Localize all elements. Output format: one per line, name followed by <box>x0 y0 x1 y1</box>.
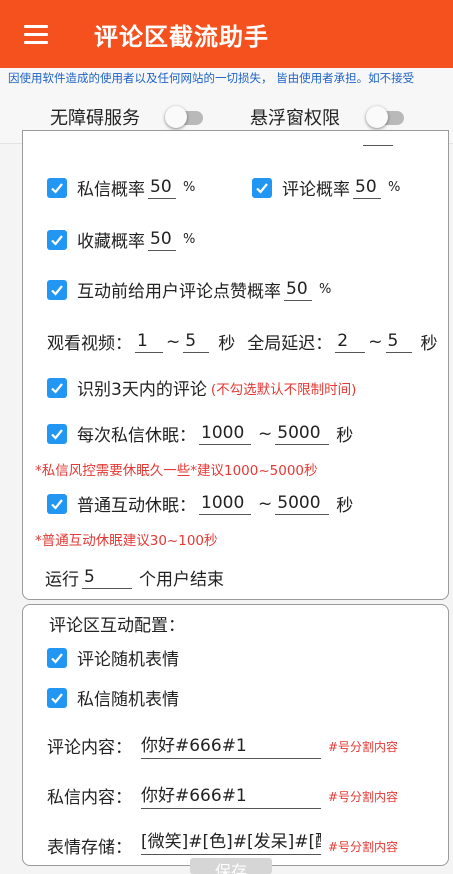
percent-sign: % <box>388 180 401 195</box>
emoji-store-input[interactable]: [微笑]#[色]#[发呆]#[酷 <box>141 827 321 855</box>
comment-input[interactable]: 50 <box>353 177 381 199</box>
pm-sleep-checkbox[interactable] <box>47 423 67 444</box>
like-input[interactable]: 50 <box>284 279 312 301</box>
accessibility-label: 无障碍服务 <box>50 108 140 129</box>
sec-unit: 秒 <box>336 496 354 516</box>
pm-emoji-checkbox[interactable] <box>47 687 67 708</box>
interaction-header: 评论区互动配置： <box>49 616 185 636</box>
comment-row: 评论概率 50 % <box>252 175 400 200</box>
comment-content-input[interactable]: 你好#666#1 <box>141 731 321 759</box>
sec-unit: 秒 <box>336 426 354 446</box>
recent-label: 识别3天内的评论 <box>77 380 207 400</box>
normal-sleep-checkbox[interactable] <box>47 493 67 514</box>
favorite-row: 收藏概率 50 % <box>47 227 195 252</box>
percent-sign: % <box>319 282 332 297</box>
pm-sleep-row: 每次私信休眠： 1000 ~ 5000 秒 <box>47 421 353 446</box>
private-msg-input[interactable]: 50 <box>148 177 176 199</box>
normal-sleep-min-input[interactable]: 1000 <box>199 493 251 515</box>
percent-sign: % <box>183 232 196 247</box>
private-msg-checkbox[interactable] <box>47 177 67 198</box>
favorite-checkbox[interactable] <box>47 229 67 250</box>
tilde: ~ <box>258 423 273 444</box>
interaction-card: 评论区互动配置： 评论随机表情 私信随机表情 评论内容： 你好#666#1 #号… <box>22 604 449 866</box>
like-label: 互动前给用户评论点赞概率 <box>77 282 281 302</box>
favorite-input[interactable]: 50 <box>148 229 176 251</box>
recent-checkbox[interactable] <box>47 377 67 398</box>
delay-min-input[interactable]: 2 <box>335 331 366 353</box>
pm-emoji-label: 私信随机表情 <box>77 690 179 710</box>
delay-max-input[interactable]: 5 <box>385 331 412 353</box>
check-icon <box>51 284 63 296</box>
pm-content-input[interactable]: 你好#666#1 <box>141 781 321 809</box>
check-icon <box>256 182 268 194</box>
check-icon <box>51 498 63 510</box>
disclaimer-marquee: 因使用软件造成的使用者以及任何网站的一切损失， 皆由使用者承担。如不接受 <box>0 68 453 88</box>
run-row: 运行 5 个用户结束 <box>45 565 224 591</box>
like-checkbox[interactable] <box>47 279 67 300</box>
scrolled-field-fragment <box>363 145 393 146</box>
private-msg-row: 私信概率 50 % <box>47 175 195 200</box>
check-icon <box>51 182 63 194</box>
menu-icon[interactable] <box>24 24 48 44</box>
pm-emoji-row: 私信随机表情 <box>47 685 179 710</box>
comment-content-hint: #号分割内容 <box>328 740 399 754</box>
app-title: 评论区截流助手 <box>94 22 269 51</box>
tilde: ~ <box>258 493 273 514</box>
normal-note: *普通互动休眠建议30~100秒 <box>35 533 218 549</box>
check-icon <box>51 382 63 394</box>
watch-min-input[interactable]: 1 <box>135 331 163 353</box>
tilde: ~ <box>166 331 181 352</box>
check-icon <box>51 652 63 664</box>
overlay-label: 悬浮窗权限 <box>250 108 340 129</box>
switch-thumb <box>165 106 187 128</box>
check-icon <box>51 428 63 440</box>
emoji-store-label: 表情存储： <box>47 838 132 858</box>
check-icon <box>51 692 63 704</box>
comment-emoji-checkbox[interactable] <box>47 647 67 668</box>
save-button[interactable]: 保存 <box>190 858 272 874</box>
pm-content-hint: #号分割内容 <box>328 790 399 804</box>
comment-checkbox[interactable] <box>252 177 272 198</box>
like-row: 互动前给用户评论点赞概率 50 % <box>47 277 331 302</box>
normal-sleep-label: 普通互动休眠： <box>77 496 196 516</box>
timing-row: 观看视频： 1 ~ 5 秒 全局延迟： 2 ~ 5 秒 <box>47 329 438 355</box>
watch-max-input[interactable]: 5 <box>183 331 210 353</box>
overlay-switch[interactable] <box>366 105 406 129</box>
settings-card: 私信概率 50 % 评论概率 50 % 收藏概率 50 % 互动前给用户评论点赞… <box>22 130 449 600</box>
pm-content-label: 私信内容： <box>47 788 132 808</box>
comment-label: 评论概率 <box>282 180 350 200</box>
watch-label: 观看视频： <box>47 334 132 354</box>
private-msg-label: 私信概率 <box>77 180 145 200</box>
comment-emoji-row: 评论随机表情 <box>47 645 179 670</box>
sec-unit: 秒 <box>420 334 438 354</box>
comment-emoji-label: 评论随机表情 <box>77 650 179 670</box>
app-bar: 评论区截流助手 <box>0 0 453 68</box>
tilde: ~ <box>368 331 383 352</box>
emoji-store-hint: #号分割内容 <box>328 840 399 854</box>
check-icon <box>51 234 63 246</box>
comment-content-label: 评论内容： <box>47 738 132 758</box>
run-count-input[interactable]: 5 <box>82 567 132 589</box>
accessibility-switch[interactable] <box>165 105 205 129</box>
percent-sign: % <box>183 180 196 195</box>
pm-sleep-min-input[interactable]: 1000 <box>199 423 251 445</box>
pm-note: *私信风控需要休眠久一些*建议1000~5000秒 <box>35 463 318 479</box>
pm-sleep-max-input[interactable]: 5000 <box>275 423 330 445</box>
favorite-label: 收藏概率 <box>77 232 145 252</box>
pm-sleep-label: 每次私信休眠： <box>77 426 196 446</box>
normal-sleep-row: 普通互动休眠： 1000 ~ 5000 秒 <box>47 491 353 516</box>
recent-row: 识别3天内的评论 (不勾选默认不限制时间) <box>47 375 356 400</box>
run-suffix: 个用户结束 <box>139 570 224 590</box>
recent-note: (不勾选默认不限制时间) <box>210 381 357 398</box>
normal-sleep-max-input[interactable]: 5000 <box>275 493 330 515</box>
delay-label: 全局延迟： <box>247 334 333 354</box>
sec-unit: 秒 <box>218 334 236 354</box>
switch-thumb <box>366 106 388 128</box>
run-label: 运行 <box>45 570 79 590</box>
